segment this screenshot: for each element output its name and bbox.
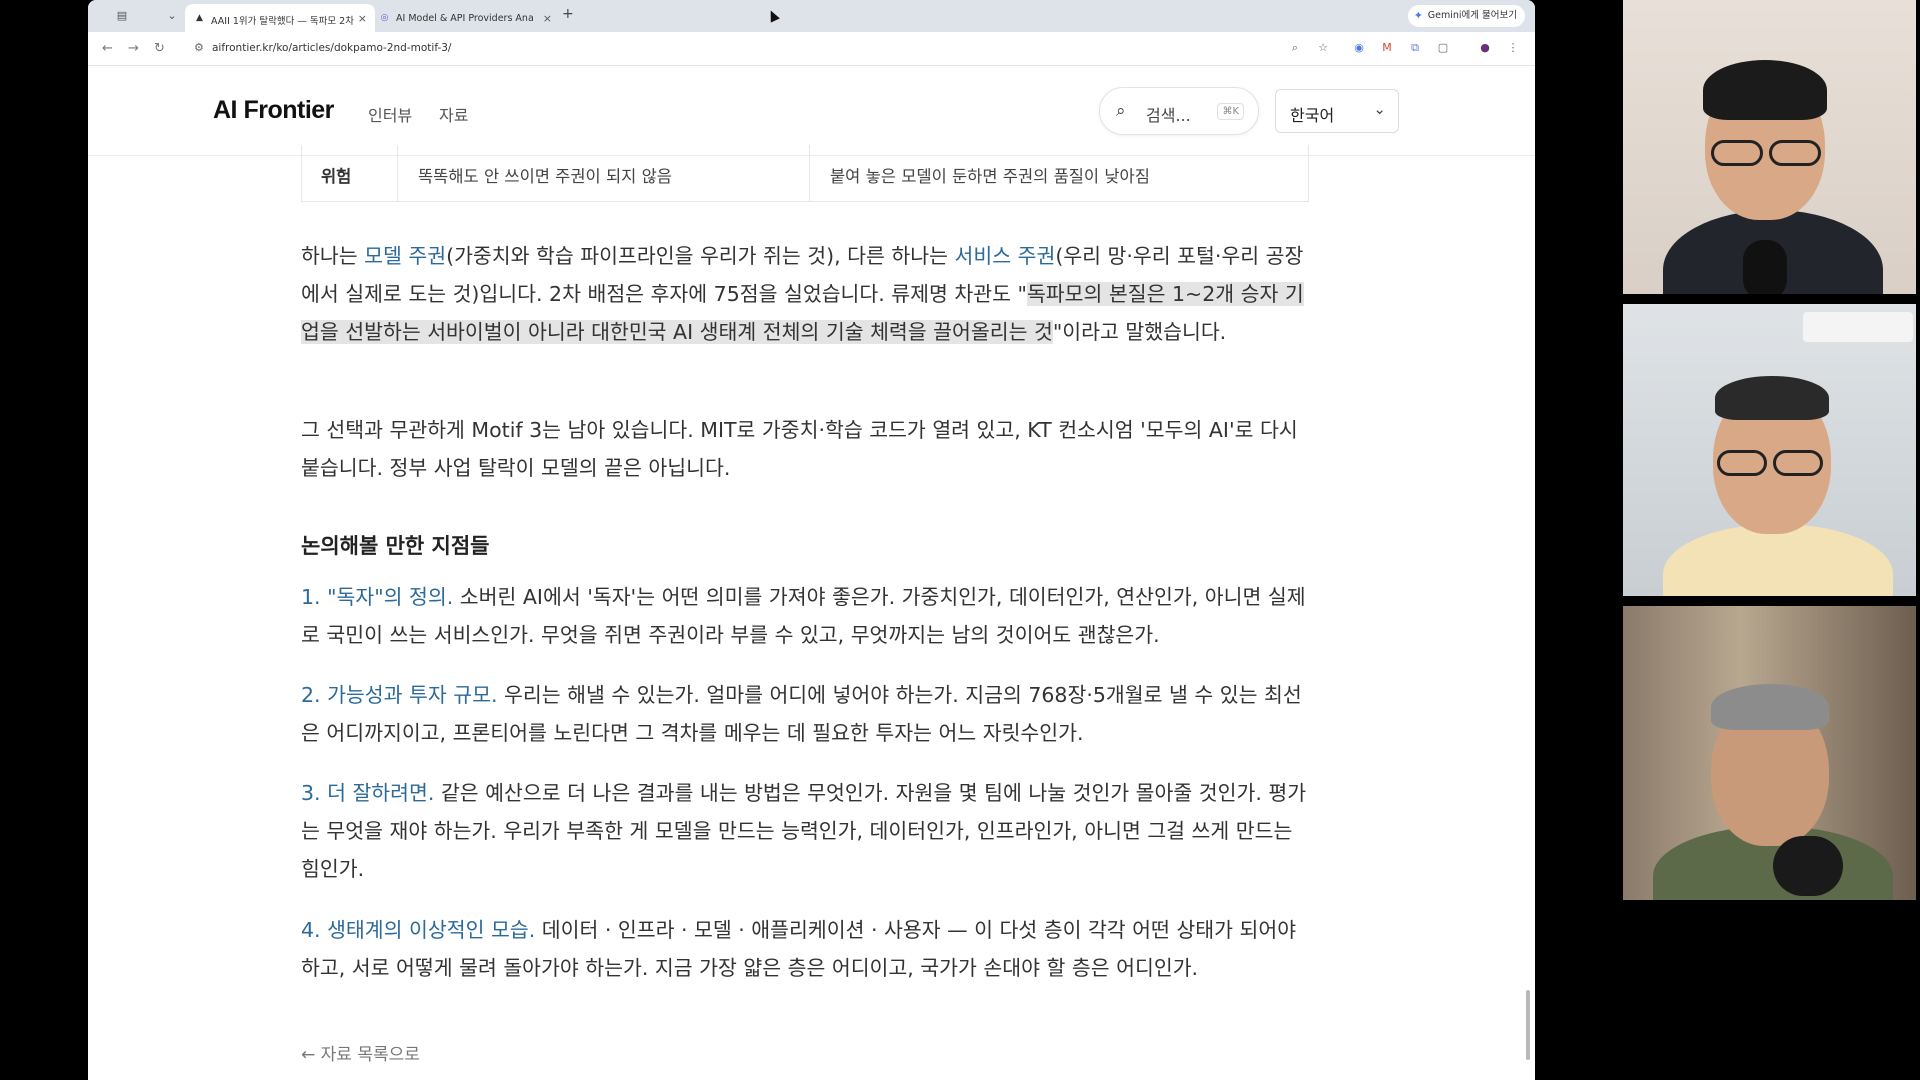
tab-title: AI Model & API Providers Ana bbox=[396, 13, 534, 24]
site-favicon-icon: ◎ bbox=[380, 13, 389, 23]
close-tab-icon[interactable]: × bbox=[543, 12, 552, 25]
nav-resources[interactable]: 자료 bbox=[439, 102, 468, 126]
hair bbox=[1711, 684, 1829, 730]
site-favicon-icon: ▲ bbox=[196, 13, 203, 23]
translate-icon[interactable]: ⧉ bbox=[1407, 40, 1423, 56]
gemini-spark-icon: ✦ bbox=[1413, 9, 1423, 22]
discussion-point: 1. "독자"의 정의. 소버린 AI에서 '독자'는 어떤 의미를 가져야 좋… bbox=[301, 578, 1311, 654]
extension-icon[interactable]: ◉ bbox=[1351, 40, 1367, 56]
point-heading: 2. 가능성과 투자 규모. bbox=[301, 683, 498, 707]
text: (가중치와 학습 파이프라인을 우리가 쥐는 것), 다른 하나는 bbox=[446, 244, 955, 268]
glasses bbox=[1769, 140, 1821, 166]
table-cell: 붙여 놓은 모델이 둔하면 주권의 품질이 낮아짐 bbox=[830, 167, 1150, 186]
video-participant-1 bbox=[1623, 0, 1916, 294]
text: 하나는 bbox=[301, 244, 365, 268]
nav-interviews[interactable]: 인터뷰 bbox=[368, 102, 412, 126]
forward-icon[interactable]: → bbox=[128, 41, 139, 56]
gemini-label: Gemini에게 물어보기 bbox=[1427, 10, 1517, 21]
point-heading: 4. 생태계의 이상적인 모습. bbox=[301, 918, 536, 942]
tab-title: AAII 1위가 탈락했다 — 독파모 2차 bbox=[211, 16, 354, 27]
point-heading: 1. "독자"의 정의. bbox=[301, 585, 454, 609]
tab-ai-models[interactable]: ◎ AI Model & API Providers Ana × bbox=[370, 4, 560, 32]
back-icon[interactable]: ← bbox=[102, 41, 113, 56]
table-cell: 똑똑해도 안 쓰이면 주권이 되지 않음 bbox=[398, 145, 810, 201]
discussion-point: 2. 가능성과 투자 규모. 우리는 해낼 수 있는가. 얼마를 어디에 넣어야… bbox=[301, 676, 1311, 752]
search-box[interactable]: ⌕ 검색... ⌘K bbox=[1099, 87, 1259, 135]
browser-window: ▤ ⌄ ▲ AAII 1위가 탈락했다 — 독파모 2차 × ◎ AI Mode… bbox=[88, 0, 1535, 1080]
section-heading: 논의해볼 만한 지점들 bbox=[301, 534, 490, 558]
close-tab-icon[interactable]: × bbox=[358, 12, 367, 25]
scrollbar-thumb[interactable] bbox=[1526, 990, 1530, 1060]
search-placeholder: 검색... bbox=[1146, 106, 1191, 125]
bookmark-star-icon[interactable]: ☆ bbox=[1315, 40, 1331, 56]
discussion-point: 3. 더 잘하려면. 같은 예산으로 더 나은 결과를 내는 방법은 무엇인가.… bbox=[301, 774, 1311, 888]
profile-avatar-icon[interactable]: ● bbox=[1477, 40, 1493, 56]
extensions-puzzle-icon[interactable]: ▢ bbox=[1435, 40, 1451, 56]
search-shortcut: ⌘K bbox=[1217, 103, 1244, 120]
article-paragraph: 그 선택과 무관하게 Motif 3는 남아 있습니다. MIT로 가중치·학습… bbox=[301, 418, 1298, 480]
air-conditioner bbox=[1803, 312, 1913, 342]
shirt bbox=[1663, 524, 1893, 596]
point-heading: 3. 더 잘하려면. bbox=[301, 781, 435, 805]
text: "이라고 말했습니다. bbox=[1052, 320, 1227, 344]
table-row: 위험 똑똑해도 안 쓰이면 주권이 되지 않음 붙여 놓은 모델이 둔하면 주권… bbox=[301, 145, 1309, 202]
hair bbox=[1715, 376, 1829, 420]
reload-icon[interactable]: ↻ bbox=[154, 41, 165, 56]
hair bbox=[1703, 60, 1827, 120]
tab-list-icon[interactable]: ⌄ bbox=[162, 6, 182, 26]
menu-kebab-icon[interactable]: ⋮ bbox=[1505, 40, 1521, 56]
highlight-term: 모델 주권 bbox=[364, 244, 447, 268]
language-select[interactable]: 한국어 ⌄ bbox=[1275, 89, 1399, 133]
microphone bbox=[1773, 836, 1843, 896]
article-paragraph: 하나는 모델 주권(가중치와 학습 파이프라인을 우리가 쥐는 것), 다른 하… bbox=[301, 237, 1311, 351]
sidebar-toggle-icon[interactable]: ▤ bbox=[112, 6, 132, 26]
glasses bbox=[1773, 450, 1823, 476]
discussion-point: 4. 생태계의 이상적인 모습. 데이터 · 인프라 · 모델 · 애플리케이션… bbox=[301, 911, 1311, 987]
site-header: AI Frontier 인터뷰 자료 ⌕ 검색... ⌘K 한국어 ⌄ bbox=[88, 66, 1535, 156]
search-icon: ⌕ bbox=[1116, 101, 1126, 121]
video-participant-2 bbox=[1623, 304, 1916, 596]
glasses bbox=[1717, 450, 1767, 476]
glasses bbox=[1711, 140, 1763, 166]
highlight-term: 서비스 주권 bbox=[954, 244, 1056, 268]
back-to-list-link[interactable]: ← 자료 목록으로 bbox=[301, 1040, 420, 1065]
new-tab-icon[interactable]: + bbox=[562, 6, 574, 22]
video-participant-3 bbox=[1623, 606, 1916, 900]
tab-bar: ▤ ⌄ ▲ AAII 1위가 탈락했다 — 독파모 2차 × ◎ AI Mode… bbox=[88, 0, 1535, 32]
gemini-button[interactable]: ✦ Gemini에게 물어보기 bbox=[1407, 5, 1525, 27]
site-logo[interactable]: AI Frontier bbox=[213, 96, 334, 125]
extension-icon[interactable]: M bbox=[1379, 40, 1395, 56]
table-cell: 위험 bbox=[302, 145, 398, 201]
zoom-icon[interactable]: ⌕ bbox=[1287, 40, 1303, 56]
microphone bbox=[1743, 240, 1787, 294]
chevron-down-icon: ⌄ bbox=[1373, 100, 1386, 118]
article-content: 위험 똑똑해도 안 쓰이면 주권이 되지 않음 붙여 놓은 모델이 둔하면 주권… bbox=[88, 145, 1535, 1080]
address-bar: ← → ↻ ⚙ aifrontier.kr/ko/articles/dokpam… bbox=[88, 32, 1535, 66]
tab-article[interactable]: ▲ AAII 1위가 탈락했다 — 독파모 2차 × bbox=[185, 4, 375, 32]
point-body: 같은 예산으로 더 나은 결과를 내는 방법은 무엇인가. 자원을 몇 팀에 나… bbox=[301, 781, 1307, 881]
language-label: 한국어 bbox=[1290, 106, 1335, 125]
url-field[interactable]: aifrontier.kr/ko/articles/dokpamo-2nd-mo… bbox=[212, 42, 451, 54]
site-settings-icon[interactable]: ⚙ bbox=[194, 41, 204, 54]
